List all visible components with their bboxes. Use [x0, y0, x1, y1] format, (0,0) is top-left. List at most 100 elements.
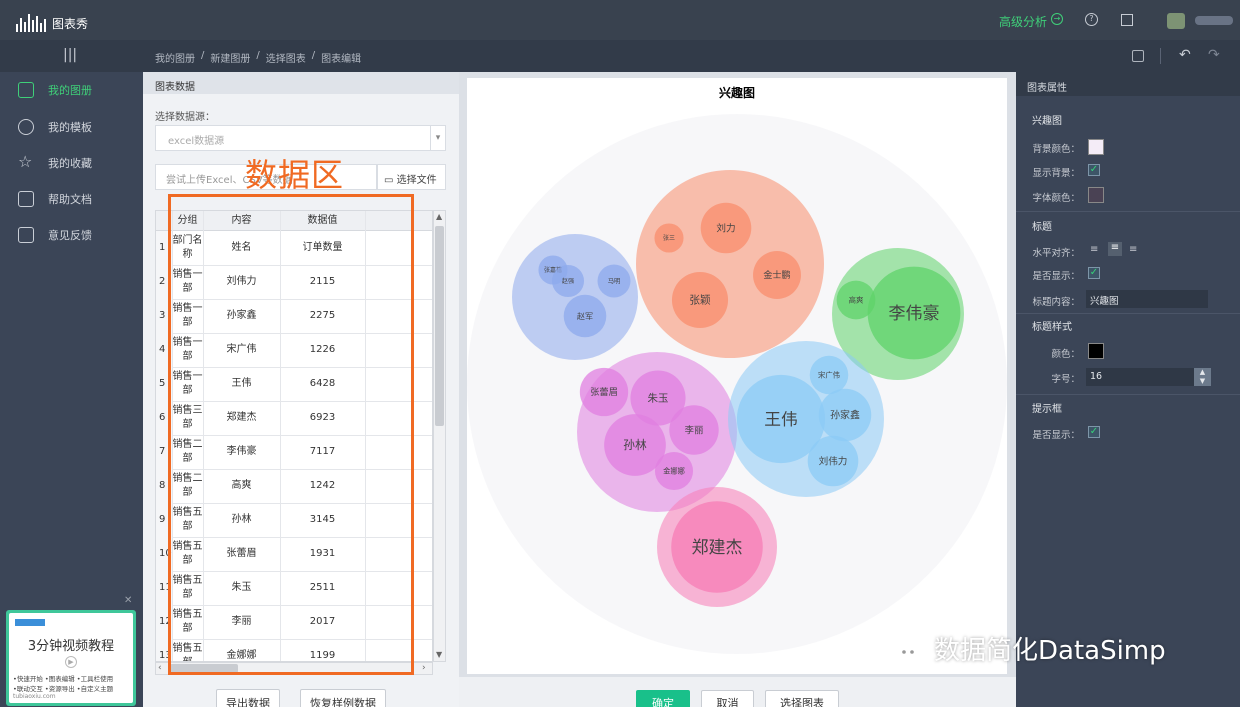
- choose-chart-button[interactable]: 选择图表: [765, 690, 839, 707]
- confirm-button[interactable]: 确定: [636, 690, 690, 707]
- crumb-sep: /: [311, 50, 316, 61]
- divider: [1016, 313, 1240, 314]
- sidebar-item-label: 我的模板: [48, 121, 92, 134]
- cancel-button[interactable]: 取消: [701, 690, 754, 707]
- bubble-label: 张颖: [689, 294, 711, 307]
- data-panel-title: 图表数据: [143, 72, 459, 94]
- sidebar-item-label: 意见反馈: [48, 229, 92, 242]
- menu-toggle-icon[interactable]: |||: [63, 47, 77, 63]
- tooltip-show-checkbox[interactable]: ✓: [1088, 426, 1100, 438]
- bubble-label: 张蕾眉: [590, 386, 618, 398]
- bubble-label: 赵强: [562, 277, 574, 285]
- bubble-label: 孙林: [623, 438, 647, 452]
- font-size-stepper[interactable]: 16: [1086, 368, 1211, 386]
- show-bg-checkbox[interactable]: ✓: [1088, 164, 1100, 176]
- font-color-swatch[interactable]: [1088, 187, 1104, 203]
- chart-title: 兴趣图: [718, 86, 755, 100]
- crumb-my-albums[interactable]: 我的图册: [155, 50, 195, 65]
- promo-url: tubiaoxiu.com: [13, 693, 56, 700]
- promo-line: •快速开始 •图表编辑 •工具栏使用: [13, 675, 114, 683]
- section-tooltip: 提示框: [1032, 404, 1062, 415]
- crumb-sep: /: [201, 50, 205, 61]
- sidebar-item-help-docs[interactable]: 帮助文档: [0, 181, 143, 217]
- scrollbar-thumb[interactable]: [435, 226, 444, 426]
- advanced-analysis-link[interactable]: 高级分析: [999, 13, 1047, 30]
- font-color-label: 字体颜色：: [1032, 193, 1080, 204]
- help-icon[interactable]: ?: [1085, 13, 1098, 26]
- watermark: 数据简化DataSimp: [872, 628, 1166, 668]
- restore-sample-button[interactable]: 恢复样例数据: [300, 689, 386, 707]
- align-left-icon[interactable]: ≡: [1090, 244, 1098, 255]
- bubble-label: 金娜娜: [663, 467, 685, 476]
- crumb-edit-chart: 图表编辑: [321, 54, 362, 65]
- show-title-checkbox[interactable]: ✓: [1088, 267, 1100, 279]
- bubble-label: 高爽: [849, 296, 864, 305]
- bubble-label: 李伟豪: [889, 303, 940, 324]
- source-label: 选择数据源：: [155, 112, 215, 123]
- data-area-annotation: 数据区: [245, 156, 345, 194]
- section-title-style: 标题样式: [1032, 322, 1072, 333]
- bubble-label: 王伟: [764, 409, 798, 429]
- arrow-right-circle-icon[interactable]: →: [1051, 13, 1063, 25]
- promo-logo: [15, 619, 45, 626]
- document-icon: [18, 191, 34, 207]
- font-size-label: 字号：: [1051, 374, 1080, 385]
- bubble-label: 郑建杰: [692, 538, 743, 558]
- group-bubble[interactable]: [512, 234, 638, 360]
- scroll-left-icon[interactable]: ‹: [158, 663, 162, 673]
- brand-name: 图表秀: [52, 17, 89, 31]
- crumb-sep: /: [256, 50, 260, 61]
- promo-title: 3分钟视频教程: [27, 639, 115, 654]
- divider: [1016, 394, 1240, 395]
- export-data-button[interactable]: 导出数据: [216, 689, 280, 707]
- template-icon: [18, 119, 34, 135]
- username-blurred[interactable]: [1195, 16, 1233, 25]
- choose-file-button[interactable]: ▭ 选择文件: [377, 164, 446, 190]
- brand-logo[interactable]: 图表秀: [16, 8, 88, 32]
- breadcrumb: 我的图册 / 新建图册 / 选择图表 / 图表编辑: [155, 50, 361, 65]
- logo-bars-icon: [16, 12, 46, 32]
- redo-icon[interactable]: ↷: [1208, 47, 1220, 63]
- bubble-label: 李丽: [685, 424, 704, 436]
- sidebar-item-label: 我的图册: [48, 84, 92, 97]
- sidebar-item-my-albums[interactable]: 我的图册: [0, 72, 143, 108]
- scroll-right-icon[interactable]: ›: [422, 663, 426, 673]
- chevron-down-icon[interactable]: ▾: [430, 126, 445, 150]
- data-source-select[interactable]: excel数据源: [155, 125, 446, 151]
- close-promo-icon[interactable]: ✕: [124, 595, 132, 606]
- title-color-swatch[interactable]: [1088, 343, 1104, 359]
- sidebar-item-label: 帮助文档: [48, 193, 92, 206]
- undo-icon[interactable]: ↶: [1179, 47, 1191, 63]
- crumb-new-album[interactable]: 新建图册: [210, 50, 250, 65]
- wechat-icon: [873, 629, 923, 665]
- sidebar-item-favorites[interactable]: ☆ 我的收藏: [0, 145, 143, 181]
- bubble-label: 刘力: [716, 222, 735, 234]
- bubble-label: 赵军: [577, 311, 593, 321]
- scroll-up-icon[interactable]: ▲: [436, 212, 442, 221]
- tooltip-show-label: 是否显示：: [1032, 430, 1080, 441]
- show-title-label: 是否显示：: [1032, 271, 1080, 282]
- title-color-label: 颜色：: [1051, 349, 1080, 360]
- bubble-label: 刘伟力: [819, 455, 848, 467]
- data-area-highlight: [168, 194, 414, 675]
- scroll-down-icon[interactable]: ▼: [436, 650, 442, 659]
- bubble-chart[interactable]: 赵军张嘉禧赵强 马明刘力张三张颖金士鹏李伟豪高爽张蕾眉 朱玉孙林李丽金娜娜王伟宋广伟…: [467, 78, 1007, 674]
- star-icon: ☆: [18, 152, 33, 171]
- avatar[interactable]: [1167, 13, 1185, 29]
- image-icon[interactable]: [1132, 50, 1144, 62]
- sidebar-item-feedback[interactable]: 意见反馈: [0, 217, 143, 253]
- choose-file-label: 选择文件: [396, 175, 437, 186]
- bg-color-swatch[interactable]: [1088, 139, 1104, 155]
- crumb-choose-chart[interactable]: 选择图表: [266, 50, 306, 65]
- title-content-label: 标题内容：: [1032, 297, 1080, 308]
- video-tutorial-promo[interactable]: 3分钟视频教程 ▶ •快速开始 •图表编辑 •工具栏使用 •联动交互 •资源导出…: [6, 610, 136, 706]
- folder-icon: ▭: [384, 175, 397, 186]
- bubble-label: 金士鹏: [763, 269, 790, 281]
- align-right-icon[interactable]: ≡: [1129, 244, 1137, 255]
- sidebar-item-my-templates[interactable]: 我的模板: [0, 109, 143, 145]
- bubble-label: 马明: [608, 277, 621, 285]
- align-center-icon[interactable]: ≡: [1108, 242, 1122, 256]
- title-content-input[interactable]: 兴趣图: [1086, 290, 1208, 308]
- stepper-arrows-icon[interactable]: ▲ ▼: [1194, 368, 1211, 386]
- fullscreen-icon[interactable]: [1121, 14, 1133, 26]
